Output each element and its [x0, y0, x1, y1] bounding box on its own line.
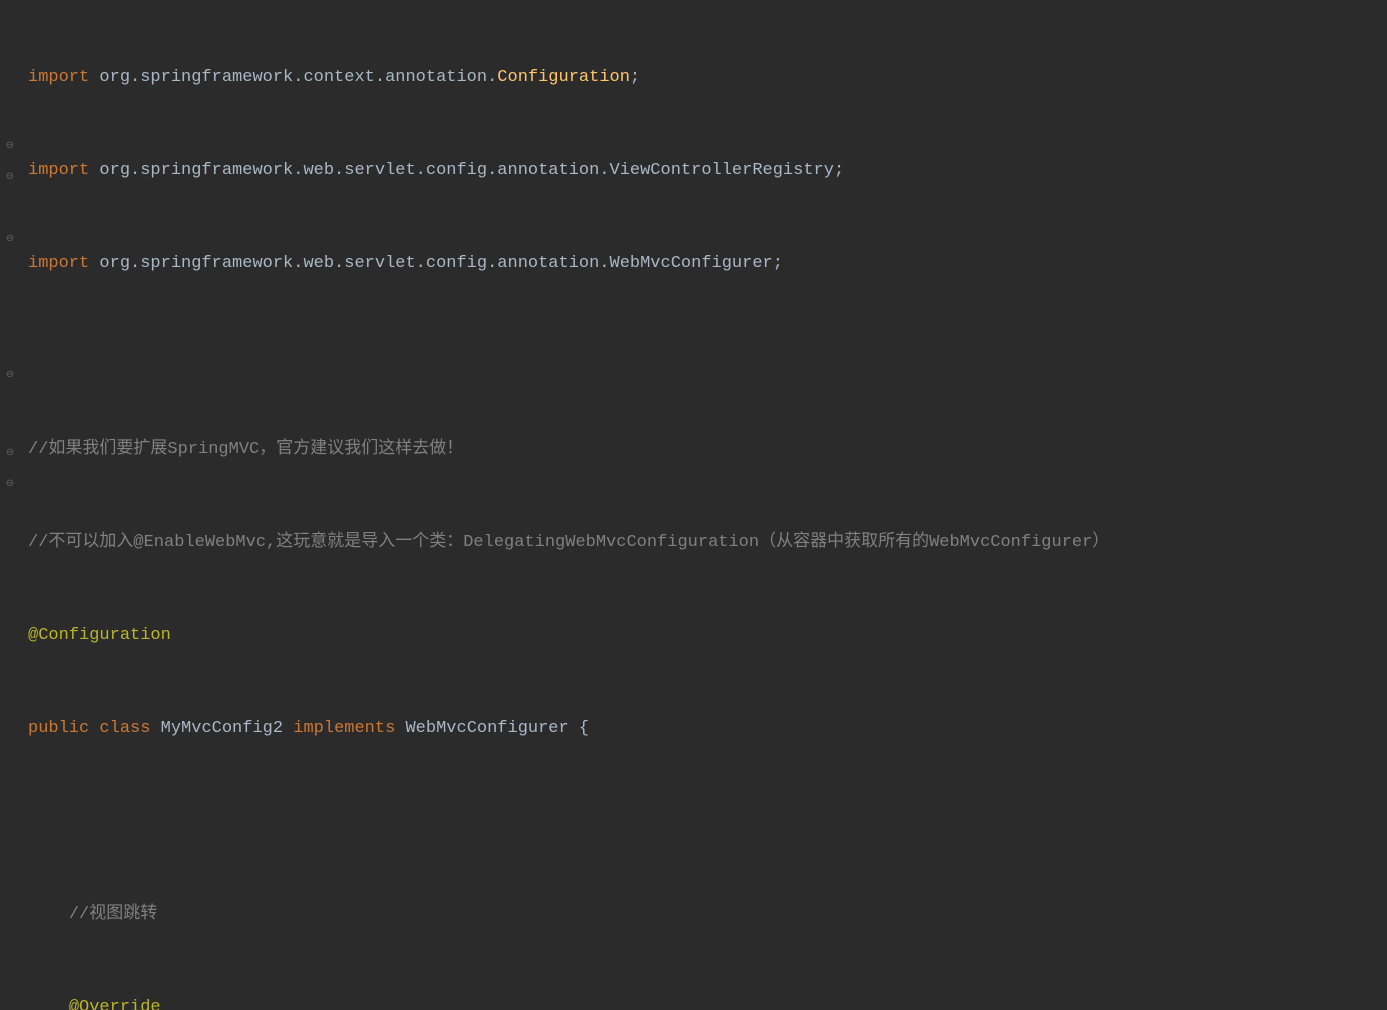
keyword-import: import	[28, 254, 89, 273]
package-path: org.springframework.web.servlet.config.a…	[89, 254, 773, 273]
code-line: //如果我们要扩展SpringMVC，官方建议我们这样去做！	[28, 434, 1387, 465]
code-content[interactable]: import org.springframework.context.annot…	[20, 0, 1387, 505]
code-editor[interactable]: ⊖ ⊖ ⊖ ⊖ ⊖ ⊖ import org.springframework.c…	[0, 0, 1387, 505]
comment: //如果我们要扩展SpringMVC，官方建议我们这样去做！	[28, 440, 463, 459]
brace: {	[569, 719, 589, 738]
indent	[28, 998, 69, 1010]
fold-icon[interactable]: ⊖	[4, 141, 16, 153]
annotation: @Configuration	[28, 626, 171, 645]
fold-icon[interactable]: ⊖	[4, 370, 16, 382]
comment: //不可以加入@EnableWebMvc,这玩意就是导入一个类：Delegati…	[28, 533, 1109, 552]
code-line	[28, 806, 1387, 837]
code-line	[28, 341, 1387, 372]
keyword-public: public	[28, 719, 89, 738]
code-line: @Override	[28, 992, 1387, 1010]
class-ref: Configuration	[497, 68, 630, 87]
keyword-import: import	[28, 68, 89, 87]
semicolon: ;	[630, 68, 640, 87]
code-line: @Configuration	[28, 620, 1387, 651]
gutter: ⊖ ⊖ ⊖ ⊖ ⊖ ⊖	[0, 0, 20, 505]
indent	[28, 905, 69, 924]
code-line: //不可以加入@EnableWebMvc,这玩意就是导入一个类：Delegati…	[28, 527, 1387, 558]
keyword-class: class	[89, 719, 160, 738]
interface-name: WebMvcConfigurer	[405, 719, 568, 738]
fold-icon[interactable]: ⊖	[4, 448, 16, 460]
keyword-import: import	[28, 161, 89, 180]
semicolon: ;	[834, 161, 844, 180]
keyword-implements: implements	[283, 719, 405, 738]
fold-icon[interactable]: ⊖	[4, 234, 16, 246]
code-line: //视图跳转	[28, 899, 1387, 930]
code-line: import org.springframework.web.servlet.c…	[28, 155, 1387, 186]
code-line: import org.springframework.context.annot…	[28, 62, 1387, 93]
package-path: org.springframework.context.annotation.	[89, 68, 497, 87]
fold-icon[interactable]: ⊖	[4, 479, 16, 491]
code-line: public class MyMvcConfig2 implements Web…	[28, 713, 1387, 744]
fold-icon[interactable]: ⊖	[4, 172, 16, 184]
semicolon: ;	[773, 254, 783, 273]
comment: //视图跳转	[69, 905, 157, 924]
code-line: import org.springframework.web.servlet.c…	[28, 248, 1387, 279]
package-path: org.springframework.web.servlet.config.a…	[89, 161, 834, 180]
class-name: MyMvcConfig2	[161, 719, 283, 738]
annotation: @Override	[69, 998, 161, 1010]
